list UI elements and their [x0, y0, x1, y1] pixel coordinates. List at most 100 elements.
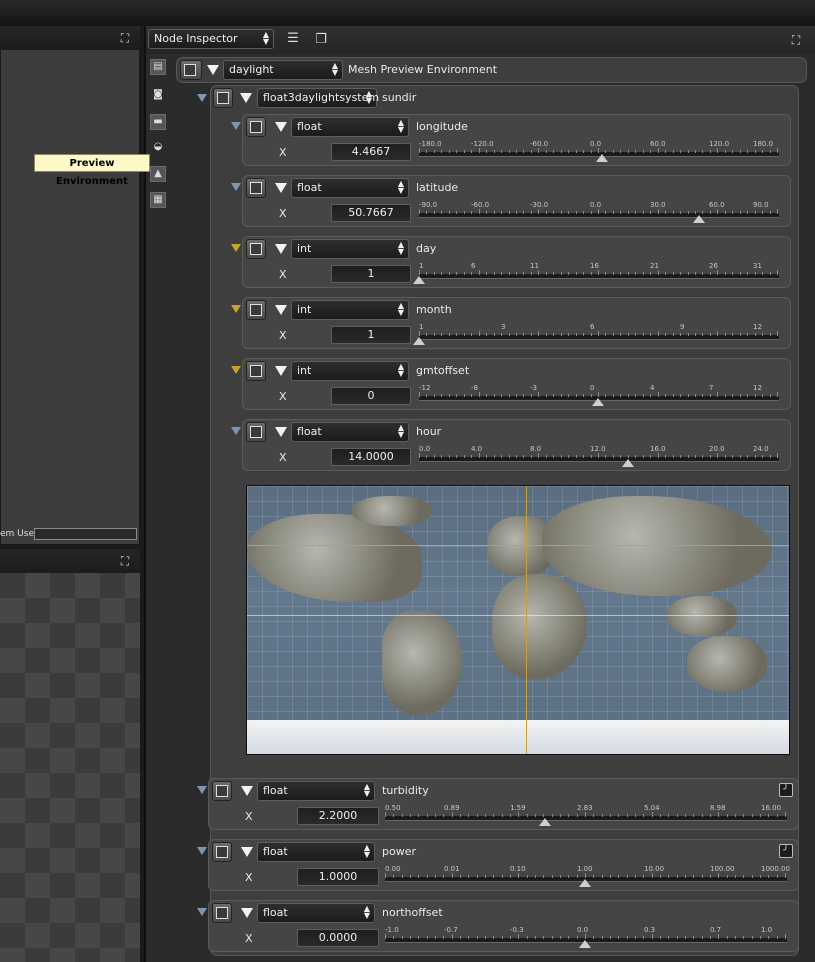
param-value-field[interactable]: 14.0000: [331, 448, 411, 466]
environment-icon[interactable]: ◒: [150, 140, 166, 156]
param-type-select[interactable]: float ▲ ▼: [291, 422, 409, 442]
node-type-select[interactable]: daylight ▲ ▼: [223, 60, 343, 80]
param-slider[interactable]: -12 -8 -3 0 4 7 12: [419, 384, 779, 408]
connector-triangle-icon[interactable]: [231, 427, 241, 435]
param-value-field[interactable]: 1: [331, 265, 411, 283]
connector-triangle-icon[interactable]: [197, 908, 207, 916]
slider-thumb[interactable]: [579, 940, 591, 948]
param-slider[interactable]: -180.0 -120.0 -60.0 0.0 60.0 120.0 180.0: [419, 140, 779, 164]
updown-arrow-icon: ▲ ▼: [365, 89, 372, 105]
curve-node-icon[interactable]: [212, 781, 232, 801]
tick-mark: [502, 875, 503, 878]
slider-thumb[interactable]: [539, 818, 551, 826]
collapse-triangle-icon[interactable]: [275, 305, 287, 315]
param-value-field[interactable]: 2.2000: [297, 807, 379, 825]
param-value-field[interactable]: 0: [331, 387, 411, 405]
checkerboard-preview[interactable]: [0, 573, 140, 962]
maximize-icon[interactable]: ⛶: [118, 31, 132, 45]
tick-mark: [568, 875, 569, 878]
slider-thumb[interactable]: [413, 276, 425, 284]
icon-glyph: [216, 846, 228, 858]
int-node-icon[interactable]: [246, 239, 266, 259]
curve-node-icon[interactable]: [212, 903, 232, 923]
tick-mark: [535, 936, 536, 939]
slider-thumb[interactable]: [579, 879, 591, 887]
param-slider[interactable]: 1 6 11 16 21 26 31: [413, 262, 779, 286]
connector-triangle-icon[interactable]: [197, 786, 207, 794]
curve-node-icon[interactable]: [246, 422, 266, 442]
curve-node-icon[interactable]: [213, 88, 233, 108]
collapse-triangle-icon[interactable]: [275, 122, 287, 132]
collapse-triangle-icon[interactable]: [275, 366, 287, 376]
connector-triangle-icon[interactable]: [231, 305, 241, 313]
param-type-select[interactable]: int ▲ ▼: [291, 361, 409, 381]
curve-toggle-icon[interactable]: ╯: [779, 783, 793, 797]
param-value-field[interactable]: 4.4667: [331, 143, 411, 161]
mountain-icon[interactable]: ▲: [150, 166, 166, 182]
curve-node-icon[interactable]: [212, 842, 232, 862]
panel-type-select[interactable]: Node Inspector ▲ ▼: [148, 29, 274, 49]
collapse-triangle-icon[interactable]: [241, 786, 253, 796]
param-type-select[interactable]: int ▲ ▼: [291, 300, 409, 320]
curve-node-icon[interactable]: [246, 178, 266, 198]
param-slider[interactable]: -1.0 -0.7 -0.3 0.0 0.3 0.7 1.0: [385, 926, 787, 950]
param-value-field[interactable]: 0.0000: [297, 929, 379, 947]
tick-label: 6: [471, 262, 476, 270]
param-type-select[interactable]: int ▲ ▼: [291, 239, 409, 259]
connector-triangle-icon[interactable]: [231, 244, 241, 252]
windows-icon[interactable]: ❐: [311, 30, 331, 50]
collapse-triangle-icon[interactable]: [207, 65, 219, 75]
tick-mark: [652, 812, 653, 817]
camera-icon[interactable]: ◙: [150, 88, 166, 104]
param-type-select[interactable]: float ▲ ▼: [291, 117, 409, 137]
param-value-field[interactable]: 1.0000: [297, 868, 379, 886]
param-slider[interactable]: -90.0 -60.0 -30.0 0.0 30.0 60.0 90.0: [419, 201, 779, 225]
maximize-icon[interactable]: ⛶: [118, 554, 132, 568]
param-value-field[interactable]: 1: [331, 326, 411, 344]
connector-triangle-icon[interactable]: [231, 183, 241, 191]
tick-mark: [650, 211, 651, 214]
collapse-triangle-icon[interactable]: [240, 93, 252, 103]
param-slider[interactable]: 1 3 6 9 12: [413, 323, 779, 347]
node-type-value: float3daylightsystem: [263, 91, 380, 104]
curve-toggle-icon[interactable]: ╯: [779, 844, 793, 858]
viewport-panel[interactable]: [0, 26, 140, 545]
tick-mark: [385, 812, 386, 817]
param-type-select[interactable]: float ▲ ▼: [257, 903, 375, 923]
param-type-select[interactable]: float ▲ ▼: [291, 178, 409, 198]
maximize-icon[interactable]: ⛶: [789, 33, 803, 47]
connector-triangle-icon[interactable]: [197, 847, 207, 855]
collapse-triangle-icon[interactable]: [241, 847, 253, 857]
connector-triangle-icon[interactable]: [231, 366, 241, 374]
collapse-triangle-icon[interactable]: [275, 183, 287, 193]
connector-triangle-icon[interactable]: [197, 94, 207, 102]
collapse-triangle-icon[interactable]: [275, 244, 287, 254]
slider-thumb[interactable]: [413, 337, 425, 345]
param-value-field[interactable]: 50.7667: [331, 204, 411, 222]
environment-node-icon[interactable]: [180, 60, 202, 80]
hierarchy-icon[interactable]: ☰: [283, 29, 303, 49]
updown-arrow-icon: ▲ ▼: [397, 423, 404, 439]
tick-mark: [628, 455, 629, 458]
texture-icon[interactable]: ▦: [150, 192, 166, 208]
param-slider[interactable]: 0.0 4.0 8.0 12.0 16.0 20.0 24.0: [419, 445, 779, 469]
slider-thumb[interactable]: [592, 398, 604, 406]
collapse-triangle-icon[interactable]: [241, 908, 253, 918]
connector-triangle-icon[interactable]: [231, 122, 241, 130]
slider-thumb[interactable]: [596, 154, 608, 162]
node-type-select[interactable]: float3daylightsystem ▲ ▼: [257, 88, 380, 108]
tick-mark: [673, 394, 674, 397]
param-type-select[interactable]: float ▲ ▼: [257, 781, 375, 801]
world-map-sun-position[interactable]: [246, 485, 790, 755]
int-icon[interactable]: ▬: [150, 114, 166, 130]
param-slider[interactable]: 0.50 0.89 1.59 2.83 5.04 8.98 16.00: [385, 804, 787, 828]
slider-thumb[interactable]: [622, 459, 634, 467]
int-node-icon[interactable]: [246, 300, 266, 320]
curve-node-icon[interactable]: [246, 117, 266, 137]
param-type-select[interactable]: float ▲ ▼: [257, 842, 375, 862]
int-node-icon[interactable]: [246, 361, 266, 381]
image-icon[interactable]: ▤: [150, 59, 166, 75]
slider-thumb[interactable]: [693, 215, 705, 223]
param-slider[interactable]: 0.00 0.01 0.10 1.00 10.00 100.00 1000.00: [385, 865, 790, 889]
collapse-triangle-icon[interactable]: [275, 427, 287, 437]
